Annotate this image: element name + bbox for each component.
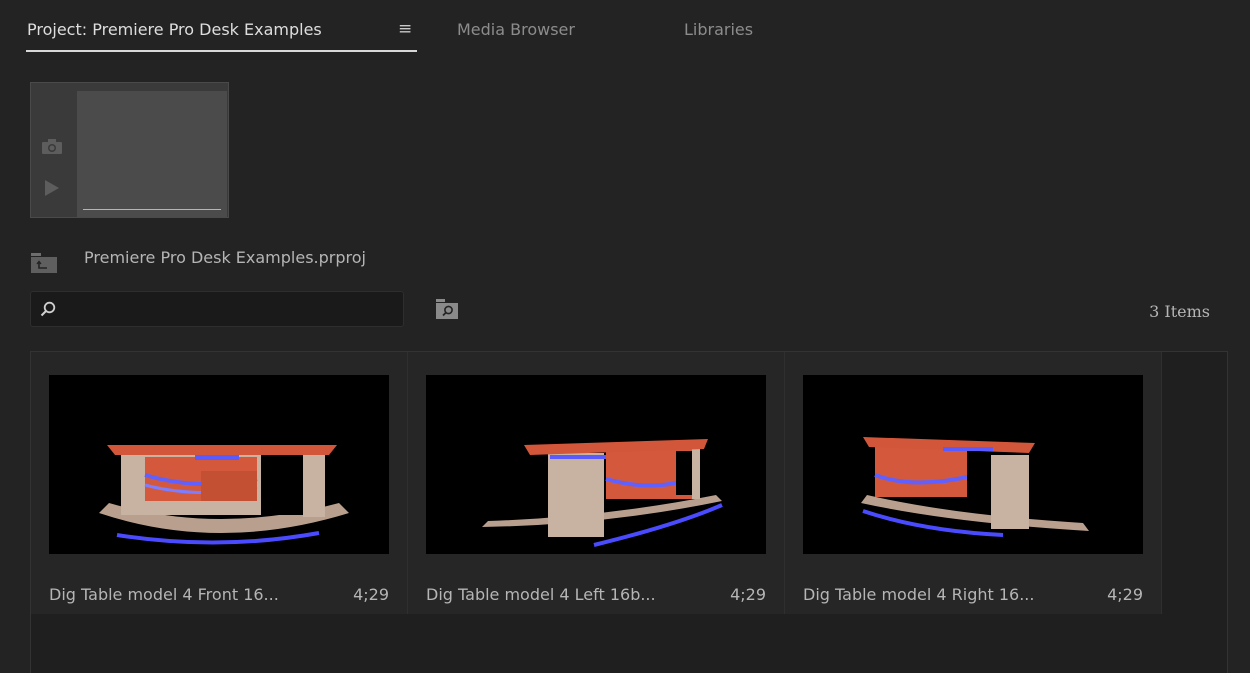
desk-right-render <box>861 437 1089 537</box>
clip-duration: 4;29 <box>1107 585 1143 604</box>
clip-item[interactable]: Dig Table model 4 Left 16b... 4;29 <box>408 352 785 614</box>
clip-name: Dig Table model 4 Right 16... <box>803 585 1035 604</box>
folder-up-icon[interactable] <box>31 253 57 273</box>
preview-canvas <box>77 91 227 217</box>
project-panel: Project: Premiere Pro Desk Examples ≡ Me… <box>7 0 1250 673</box>
clip-thumbnail[interactable] <box>49 375 389 554</box>
camera-icon[interactable] <box>41 139 63 155</box>
clip-name: Dig Table model 4 Left 16b... <box>426 585 656 604</box>
tab-media-browser[interactable]: Media Browser <box>457 20 575 39</box>
clip-duration: 4;29 <box>353 585 389 604</box>
clip-thumbnail[interactable] <box>426 375 766 554</box>
desk-front-render <box>99 445 349 545</box>
project-preview <box>30 82 229 218</box>
project-filename: Premiere Pro Desk Examples.prproj <box>84 248 366 267</box>
preview-scrub-bar[interactable] <box>83 209 221 210</box>
tab-project[interactable]: Project: Premiere Pro Desk Examples <box>27 20 322 39</box>
clip-grid: Dig Table model 4 Front 16... 4;29 Dig T… <box>30 351 1228 673</box>
clip-name: Dig Table model 4 Front 16... <box>49 585 279 604</box>
active-tab-underline <box>26 50 417 52</box>
clip-thumbnail[interactable] <box>803 375 1143 554</box>
play-icon[interactable] <box>43 179 61 197</box>
hamburger-icon[interactable]: ≡ <box>398 19 412 39</box>
clip-duration: 4;29 <box>730 585 766 604</box>
panel-tabs: Project: Premiere Pro Desk Examples ≡ Me… <box>7 0 1250 52</box>
items-count: 3 Items <box>1149 302 1210 321</box>
clip-item[interactable]: Dig Table model 4 Right 16... 4;29 <box>785 352 1162 614</box>
tab-libraries[interactable]: Libraries <box>684 20 753 39</box>
desk-left-render <box>482 439 723 547</box>
find-folder-icon[interactable] <box>436 299 458 319</box>
search-icon <box>40 301 56 317</box>
search-input[interactable] <box>63 296 397 324</box>
search-field[interactable] <box>30 291 404 327</box>
clip-item[interactable]: Dig Table model 4 Front 16... 4;29 <box>31 352 408 614</box>
